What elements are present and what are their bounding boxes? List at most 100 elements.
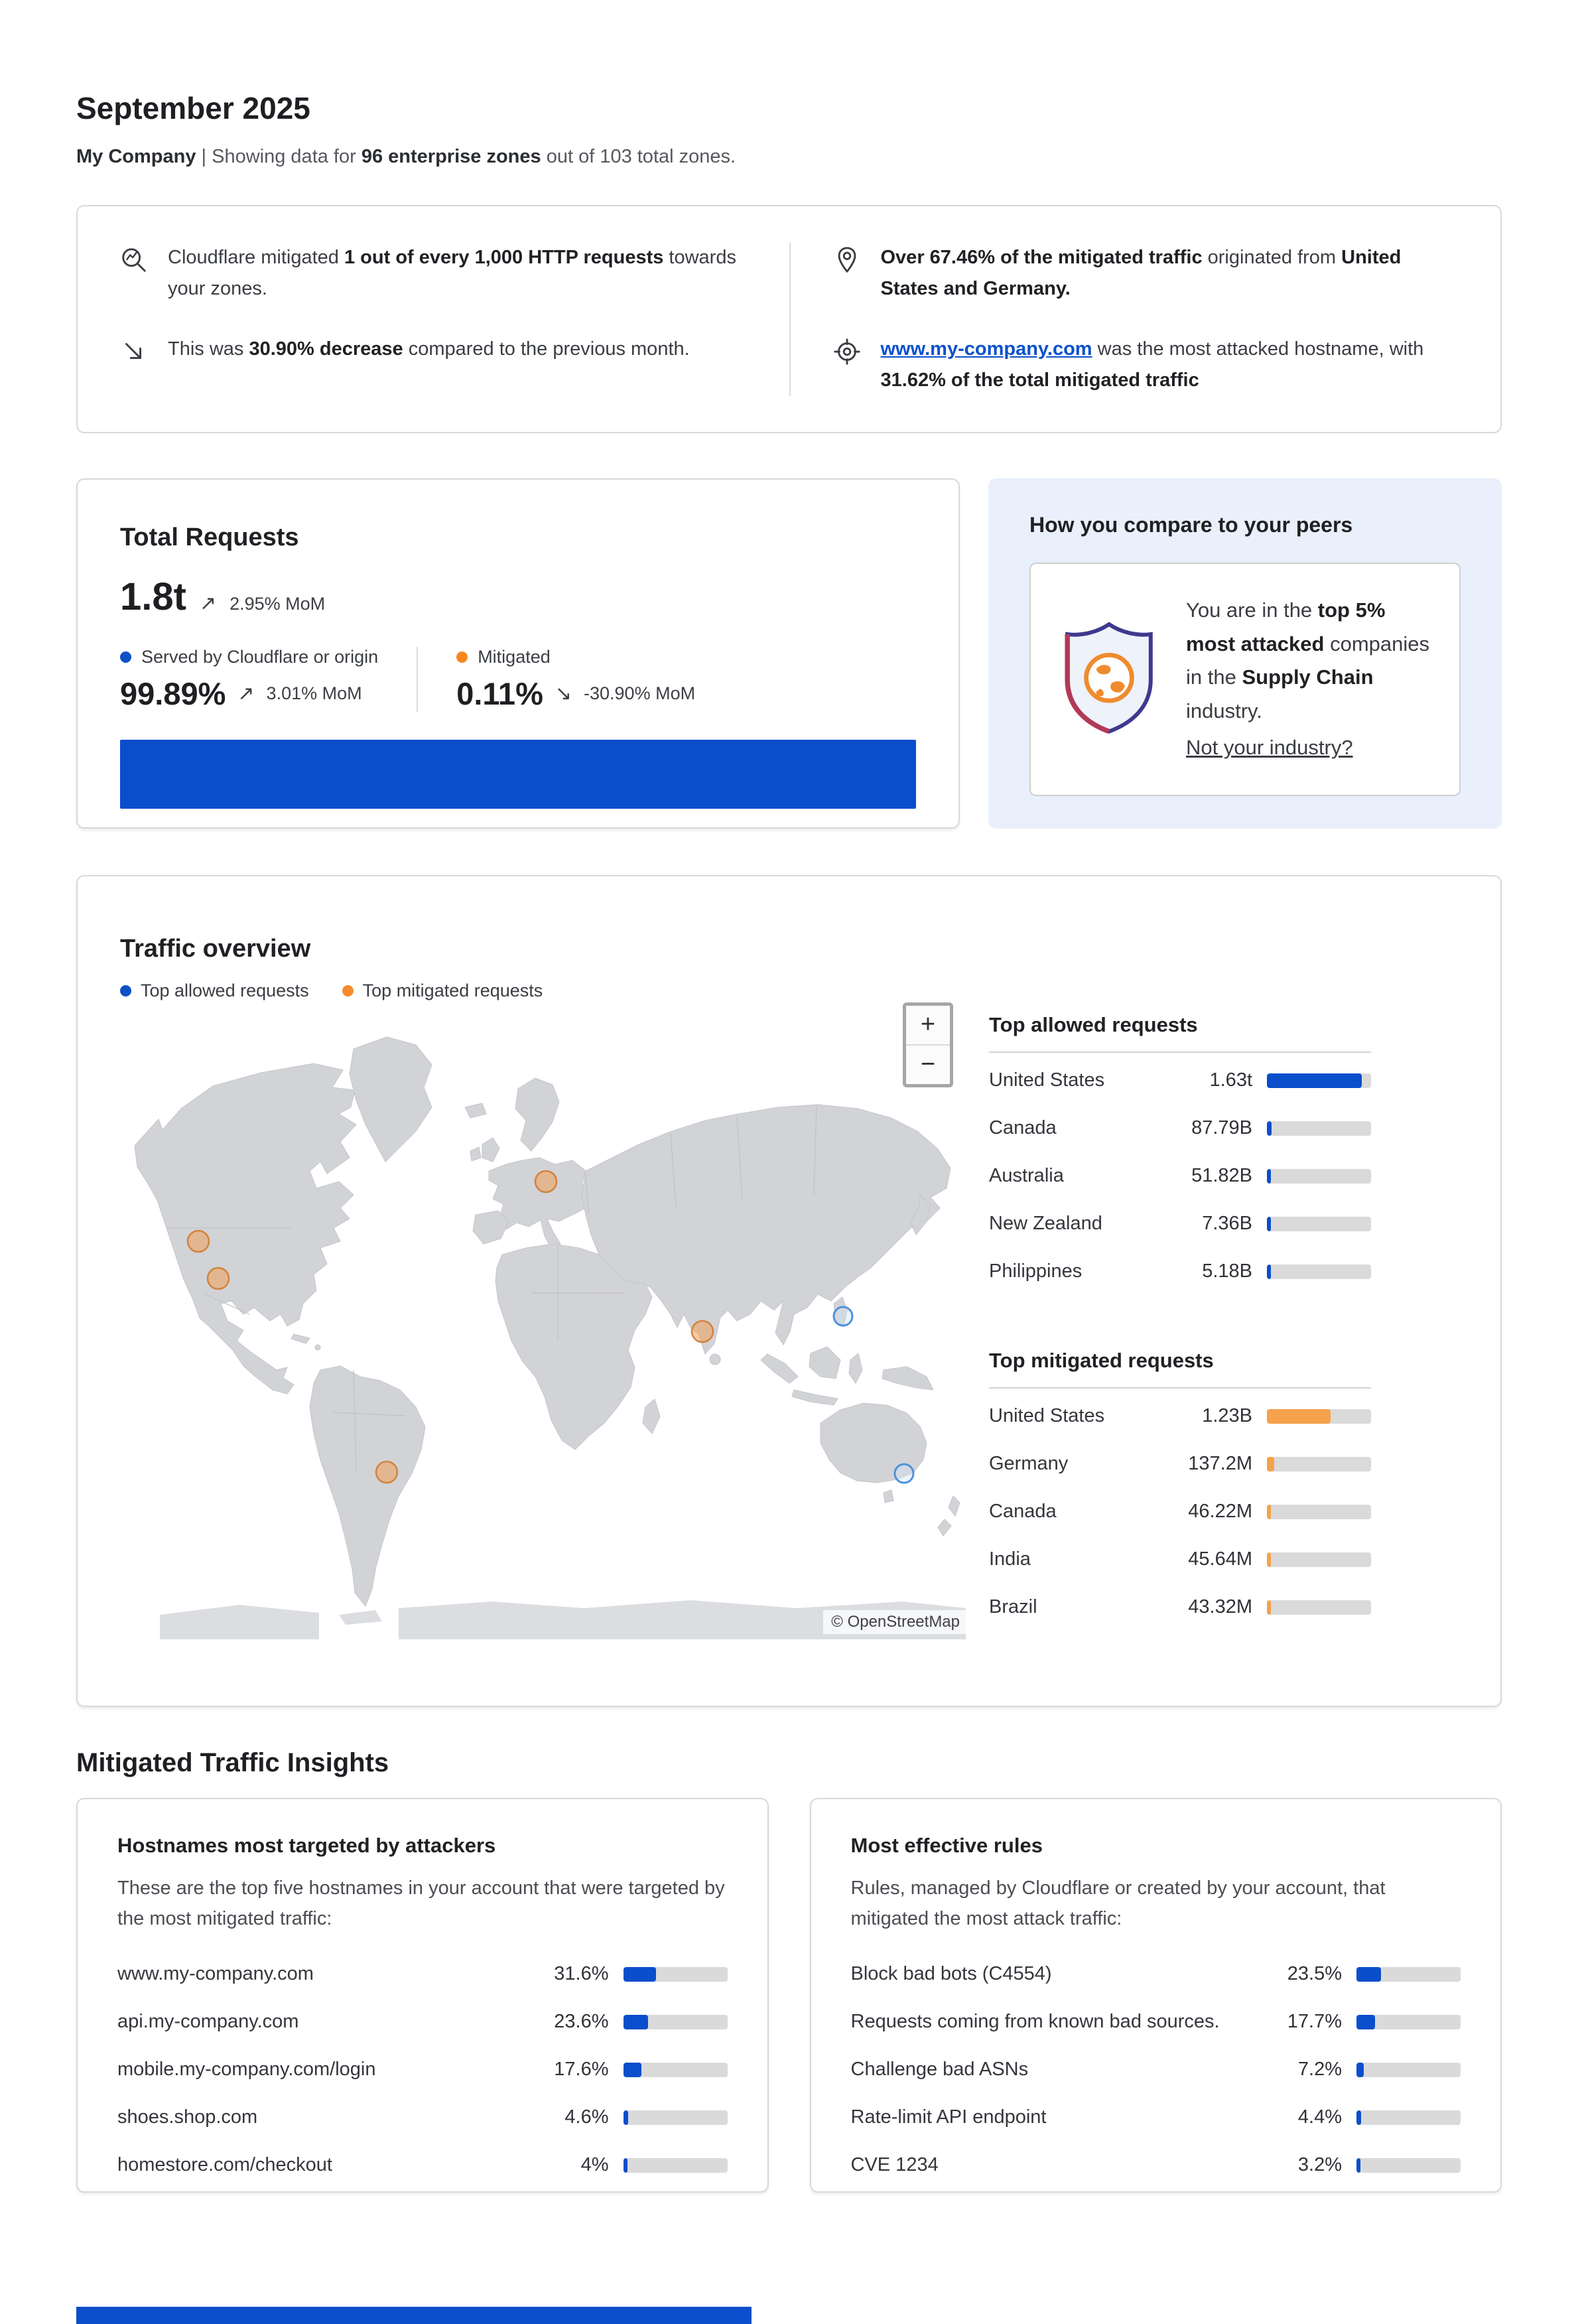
country-label: Germany: [989, 1453, 1153, 1475]
country-bar: [1267, 1552, 1371, 1567]
world-map[interactable]: + − © OpenStreetMap: [120, 1008, 969, 1639]
world-map-svg: [120, 1008, 969, 1639]
stat-served-value: 99.89%: [120, 675, 226, 712]
peers-card: You are in the top 5% most attacked comp…: [1029, 563, 1461, 796]
country-label: Canada: [989, 1117, 1153, 1139]
map-marker-mitigated-india: [692, 1321, 713, 1342]
divider: [989, 1052, 1371, 1053]
hostname-label: shoes.shop.com: [117, 2106, 529, 2128]
summary-item-mom-change: This was 30.90% decrease compared to the…: [119, 334, 748, 377]
hostname-row: homestore.com/checkout 4%: [117, 2142, 728, 2189]
rule-bar: [1356, 2015, 1461, 2029]
insights-magnifier-icon: [119, 242, 149, 305]
legend-item-mitigated: Top mitigated requests: [342, 981, 543, 1001]
summary-item-origin-countries: Over 67.46% of the mitigated traffic ori…: [832, 242, 1460, 305]
insights-title: Mitigated Traffic Insights: [76, 1748, 1502, 1778]
summary-box: Cloudflare mitigated 1 out of every 1,00…: [76, 205, 1502, 433]
country-value: 45.64M: [1153, 1548, 1252, 1570]
divider: [989, 1387, 1371, 1389]
country-label: United States: [989, 1069, 1153, 1091]
stat-mitigated-value: 0.11%: [456, 675, 543, 712]
country-bar: [1267, 1265, 1371, 1279]
hostnames-description: These are the top five hostnames in your…: [117, 1874, 728, 1935]
trend-up-arrow-icon: ↗: [237, 682, 254, 705]
hostname-row: api.my-company.com 23.6%: [117, 1998, 728, 2046]
country-bar: [1267, 1409, 1371, 1424]
country-bar: [1267, 1169, 1371, 1184]
total-requests-value: 1.8t: [120, 575, 186, 619]
country-row: United States 1.23B: [989, 1393, 1371, 1440]
country-bar: [1267, 1600, 1371, 1615]
rules-description: Rules, managed by Cloudflare or created …: [851, 1874, 1461, 1935]
country-value: 7.36B: [1153, 1213, 1252, 1235]
country-label: Brazil: [989, 1596, 1153, 1618]
rule-pct: 7.2%: [1262, 2059, 1342, 2081]
stat-mitigated-label: Mitigated: [478, 647, 551, 667]
hostname-label: api.my-company.com: [117, 2011, 529, 2033]
rule-label: Block bad bots (C4554): [851, 1963, 1263, 1985]
location-pin-icon: [832, 242, 862, 305]
map-zoom-control: + −: [903, 1002, 953, 1087]
country-value: 46.22M: [1153, 1501, 1252, 1523]
total-requests-bar: [120, 740, 916, 809]
country-row: Germany 137.2M: [989, 1440, 1371, 1488]
traffic-overview-title: Traffic overview: [120, 935, 1458, 963]
country-value: 87.79B: [1153, 1117, 1252, 1139]
country-label: India: [989, 1548, 1153, 1570]
country-row: Brazil 43.32M: [989, 1584, 1371, 1631]
rule-row: Challenge bad ASNs 7.2%: [851, 2046, 1461, 2094]
top-mitigated-list: United States 1.23B Germany 137.2M: [989, 1393, 1371, 1631]
trend-down-arrow-icon: ↘: [555, 682, 572, 705]
rule-row: Rate-limit API endpoint 4.4%: [851, 2094, 1461, 2142]
inline-link[interactable]: www.my-company.com: [881, 338, 1092, 360]
hostnames-title: Hostnames most targeted by attackers: [117, 1834, 728, 1858]
mitigated-dot-icon: [456, 651, 468, 663]
summary-text: This was 30.90% decrease compared to the…: [168, 334, 690, 377]
rule-pct: 4.4%: [1262, 2106, 1342, 2128]
hostname-label: mobile.my-company.com/login: [117, 2059, 529, 2081]
hostname-row: mobile.my-company.com/login 17.6%: [117, 2046, 728, 2094]
country-label: Philippines: [989, 1261, 1153, 1282]
country-row: Australia 51.82B: [989, 1152, 1371, 1200]
hostnames-list: www.my-company.com 31.6% api.my-company.…: [117, 1950, 728, 2189]
map-zoom-in-button[interactable]: +: [906, 1006, 950, 1046]
map-marker-allowed-australia: [895, 1464, 913, 1483]
rule-label: Requests coming from known bad sources.: [851, 2011, 1263, 2033]
served-dot-icon: [120, 651, 131, 663]
hostname-bar: [624, 2063, 728, 2077]
rules-card: Most effective rules Rules, managed by C…: [810, 1798, 1502, 2193]
peers-title: How you compare to your peers: [1029, 513, 1461, 537]
country-value: 43.32M: [1153, 1596, 1252, 1618]
shield-globe-icon: [1059, 620, 1159, 738]
summary-column-right: Over 67.46% of the mitigated traffic ori…: [789, 242, 1501, 396]
summary-column-left: Cloudflare mitigated 1 out of every 1,00…: [78, 242, 789, 396]
rule-pct: 23.5%: [1262, 1963, 1342, 1985]
map-zoom-out-button[interactable]: −: [906, 1046, 950, 1084]
hostname-pct: 31.6%: [529, 1963, 609, 1985]
peers-industry-link[interactable]: Not your industry?: [1186, 731, 1353, 765]
map-marker-mitigated-brazil: [376, 1462, 397, 1483]
stat-served-trend: 3.01% MoM: [267, 683, 362, 704]
country-row: Canada 87.79B: [989, 1105, 1371, 1152]
peers-text: You are in the top 5% most attacked comp…: [1186, 594, 1431, 728]
hostname-pct: 23.6%: [529, 2011, 609, 2033]
country-label: Canada: [989, 1501, 1153, 1523]
hostname-row: shoes.shop.com 4.6%: [117, 2094, 728, 2142]
country-bar: [1267, 1217, 1371, 1231]
rule-label: Rate-limit API endpoint: [851, 2106, 1263, 2128]
country-bar: [1267, 1121, 1371, 1136]
hostname-bar: [624, 2015, 728, 2029]
top-allowed-list: United States 1.63t Canada 87.79B Austra: [989, 1057, 1371, 1296]
stat-served-label: Served by Cloudflare or origin: [141, 647, 378, 667]
country-row: Philippines 5.18B: [989, 1248, 1371, 1296]
country-row: United States 1.63t: [989, 1057, 1371, 1105]
summary-text: www.my-company.com was the most attacked…: [881, 334, 1460, 396]
summary-text: Over 67.46% of the mitigated traffic ori…: [881, 242, 1460, 305]
country-row: New Zealand 7.36B: [989, 1200, 1371, 1248]
rule-row: Requests coming from known bad sources. …: [851, 1998, 1461, 2046]
hostnames-card: Hostnames most targeted by attackers The…: [76, 1798, 769, 2193]
country-value: 137.2M: [1153, 1453, 1252, 1475]
total-requests-card: Total Requests 1.8t ↗ 2.95% MoM Served b…: [76, 478, 960, 829]
traffic-overview-card: Traffic overview Top allowed requests To…: [76, 875, 1502, 1707]
top-allowed-title: Top allowed requests: [989, 1008, 1371, 1037]
